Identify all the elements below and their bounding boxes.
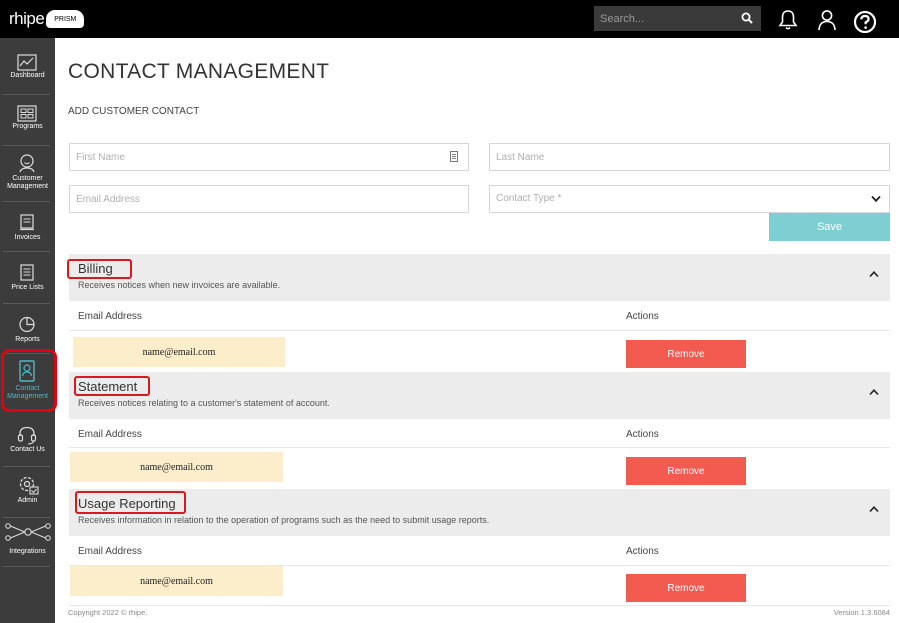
brand-badge: PRISM bbox=[46, 10, 85, 28]
customer-icon bbox=[19, 154, 35, 173]
section-description: Receives notices relating to a customer'… bbox=[78, 398, 330, 408]
statement-annotation bbox=[74, 376, 150, 396]
save-button[interactable]: Save bbox=[769, 213, 890, 241]
price-list-icon bbox=[20, 264, 34, 281]
sidebar-item-invoices[interactable]: Invoices bbox=[0, 206, 55, 256]
main-content: CONTACT MANAGEMENT ADD CUSTOMER CONTACT … bbox=[55, 38, 899, 623]
section-billing-header[interactable]: Billing Receives notices when new invoic… bbox=[69, 254, 890, 301]
column-header-actions: Actions bbox=[626, 429, 659, 440]
programs-icon bbox=[17, 105, 37, 122]
sidebar-item-label: Integrations bbox=[9, 548, 46, 555]
brand-name: rhipe bbox=[9, 9, 45, 28]
sidebar-item-label: Contact Us bbox=[10, 446, 45, 453]
sidebar-item-label: Dashboard bbox=[10, 72, 45, 79]
copyright-text: Copyright 2022 © rhipe. bbox=[68, 608, 148, 617]
chevron-up-icon[interactable] bbox=[869, 388, 879, 396]
sidebar: Dashboard Programs Customer Management I… bbox=[0, 38, 55, 623]
email-input[interactable] bbox=[70, 186, 468, 212]
sidebar-active-annotation bbox=[1, 349, 57, 412]
contact-type-placeholder: Contact Type * bbox=[496, 193, 562, 204]
sidebar-item-label: Admin bbox=[17, 497, 38, 504]
section-description: Receives notices when new invoices are a… bbox=[78, 280, 281, 290]
search-box bbox=[594, 6, 761, 31]
form-subtitle: ADD CUSTOMER CONTACT bbox=[68, 106, 200, 117]
sidebar-item-label: Programs bbox=[12, 123, 43, 130]
billing-email-cell: name@email.com bbox=[73, 337, 285, 367]
section-description: Receives information in relation to the … bbox=[78, 515, 490, 525]
column-header-actions: Actions bbox=[626, 546, 659, 557]
billing-annotation bbox=[67, 259, 132, 279]
search-input[interactable] bbox=[594, 6, 734, 31]
brand-logo[interactable]: rhipe PRISM bbox=[9, 9, 85, 29]
first-name-field[interactable] bbox=[69, 143, 469, 171]
invoice-icon bbox=[20, 214, 34, 231]
sidebar-item-programs[interactable]: Programs bbox=[0, 99, 55, 149]
column-header-email: Email Address bbox=[78, 429, 142, 440]
integration-icon bbox=[5, 523, 51, 541]
email-field[interactable] bbox=[69, 185, 469, 213]
sidebar-item-price-lists[interactable]: Price Lists bbox=[0, 256, 55, 306]
sidebar-item-admin[interactable]: Admin bbox=[0, 472, 55, 522]
chevron-down-icon bbox=[871, 195, 881, 203]
dashboard-icon bbox=[17, 54, 37, 71]
chevron-up-icon[interactable] bbox=[869, 270, 879, 278]
billing-remove-button[interactable]: Remove bbox=[626, 340, 746, 368]
usage-reporting-annotation bbox=[75, 491, 186, 514]
last-name-input[interactable] bbox=[490, 144, 889, 170]
chevron-up-icon[interactable] bbox=[869, 505, 879, 513]
sidebar-item-label: Reports bbox=[15, 336, 40, 343]
version-text: Version 1.3.6084 bbox=[833, 608, 890, 617]
top-bar: rhipe PRISM bbox=[0, 0, 899, 38]
section-usage-reporting-header[interactable]: Usage Reporting Receives information in … bbox=[69, 489, 890, 536]
last-name-field[interactable] bbox=[489, 143, 890, 171]
sidebar-item-label: Invoices bbox=[14, 234, 41, 241]
statement-remove-button[interactable]: Remove bbox=[626, 457, 746, 485]
bell-icon[interactable] bbox=[778, 9, 798, 31]
headset-icon bbox=[17, 426, 37, 445]
section-statement-header[interactable]: Statement Receives notices relating to a… bbox=[69, 372, 890, 419]
column-header-email: Email Address bbox=[78, 311, 142, 322]
sidebar-item-integrations[interactable]: Integrations bbox=[0, 521, 55, 571]
usage-reporting-remove-button[interactable]: Remove bbox=[626, 574, 746, 602]
column-header-actions: Actions bbox=[626, 311, 659, 322]
user-icon[interactable] bbox=[817, 9, 837, 31]
column-header-email: Email Address bbox=[78, 546, 142, 557]
admin-gear-icon bbox=[19, 476, 39, 495]
page-title: CONTACT MANAGEMENT bbox=[68, 60, 330, 83]
contact-type-select[interactable]: Contact Type * bbox=[489, 185, 890, 213]
sidebar-item-label: Price Lists bbox=[11, 284, 44, 291]
usage-reporting-email-cell: name@email.com bbox=[70, 566, 283, 596]
sidebar-item-customer-management[interactable]: Customer Management bbox=[0, 150, 55, 204]
help-icon[interactable] bbox=[853, 10, 877, 34]
sidebar-item-dashboard[interactable]: Dashboard bbox=[0, 48, 55, 98]
search-icon[interactable] bbox=[741, 12, 753, 24]
sidebar-item-label: Customer Management bbox=[7, 175, 48, 190]
pie-chart-icon bbox=[19, 316, 35, 333]
statement-email-cell: name@email.com bbox=[70, 452, 283, 482]
contact-card-icon bbox=[450, 151, 458, 162]
first-name-input[interactable] bbox=[70, 144, 468, 170]
